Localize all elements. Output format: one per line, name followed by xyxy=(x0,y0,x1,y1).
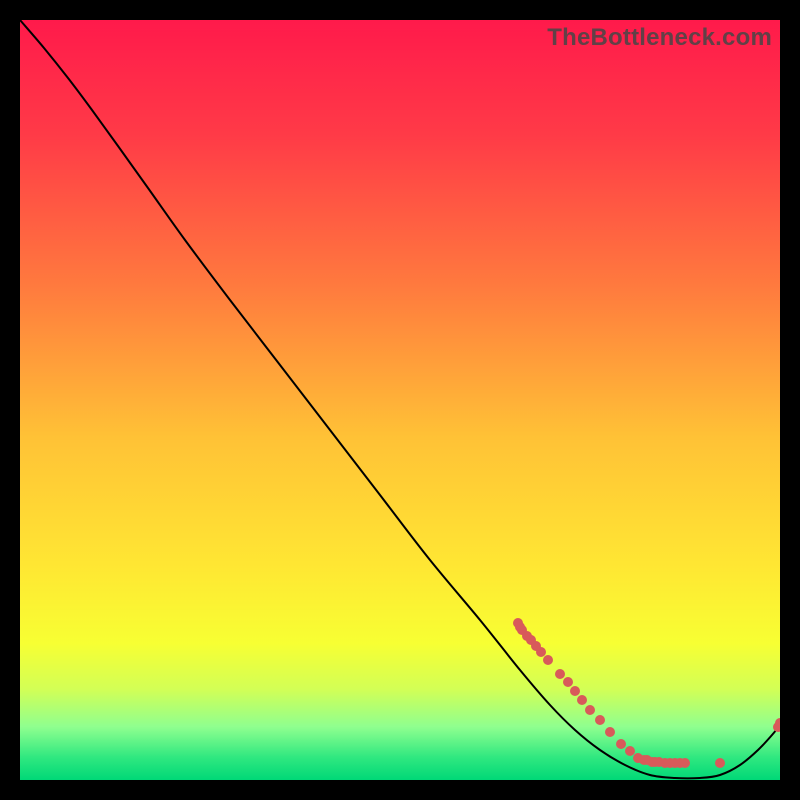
data-point xyxy=(616,739,626,749)
data-point xyxy=(605,727,615,737)
data-point xyxy=(625,746,635,756)
data-point xyxy=(563,677,573,687)
series-layer xyxy=(20,20,780,780)
data-point xyxy=(680,758,690,768)
data-point xyxy=(536,647,546,657)
data-point xyxy=(595,715,605,725)
data-point xyxy=(570,686,580,696)
data-point xyxy=(543,655,553,665)
curve-line xyxy=(20,20,780,778)
chart-stage: TheBottleneck.com xyxy=(0,0,800,800)
plot-area: TheBottleneck.com xyxy=(20,20,780,780)
data-point xyxy=(585,705,595,715)
data-markers xyxy=(513,618,780,768)
data-point xyxy=(577,695,587,705)
data-point xyxy=(555,669,565,679)
data-point xyxy=(715,758,725,768)
